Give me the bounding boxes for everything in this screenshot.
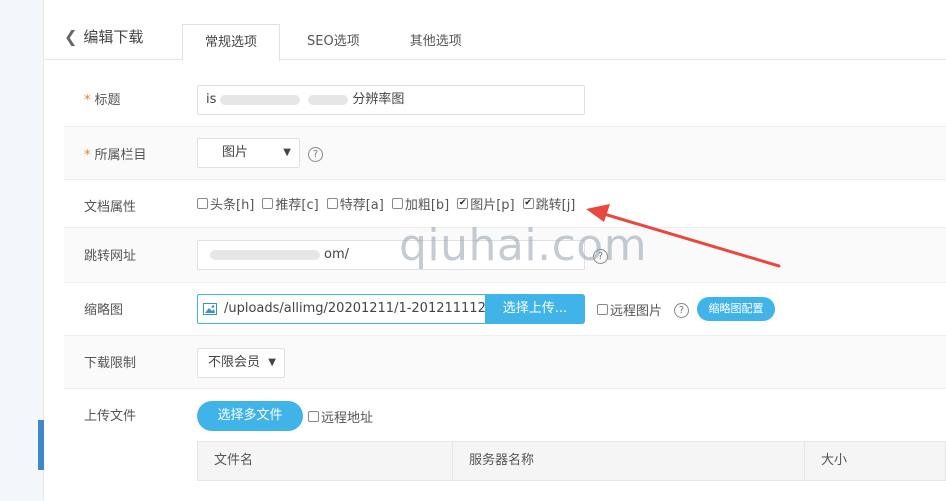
checkbox-special[interactable]: 特荐[a] bbox=[326, 194, 384, 213]
row-download-limit: 下载限制 不限会员 ▼ bbox=[64, 336, 946, 389]
tab-general[interactable]: 常规选项 bbox=[182, 24, 281, 61]
dropdown-arrow-icon: ▼ bbox=[268, 357, 276, 368]
thumbnail-path-input[interactable]: /uploads/allimg/20201211/1-201211112R bbox=[197, 294, 487, 324]
chevron-left-icon: ❮ bbox=[64, 27, 78, 46]
row-category: * 所属栏目 图片 ▼ ? bbox=[64, 127, 946, 180]
checkbox-headline[interactable]: 头条[h] bbox=[197, 194, 254, 213]
required-mark: * bbox=[84, 148, 91, 163]
remote-address-checkbox[interactable]: 远程地址 bbox=[308, 407, 373, 426]
thumbnail-config-button[interactable]: 缩略图配置 bbox=[697, 297, 775, 321]
tab-bar: 常规选项 SEO选项 其他选项 bbox=[182, 23, 489, 61]
upload-files-label: 上传文件 bbox=[84, 409, 137, 424]
image-icon bbox=[203, 303, 217, 315]
redacted-text bbox=[308, 94, 349, 105]
checkbox-bold[interactable]: 加粗[b] bbox=[391, 194, 449, 213]
checkbox-redirect[interactable]: ✔ 跳转[j] bbox=[522, 194, 575, 213]
help-icon[interactable]: ? bbox=[593, 249, 608, 264]
check-icon[interactable]: ✔ bbox=[457, 198, 469, 209]
download-limit-label: 下载限制 bbox=[84, 356, 137, 371]
help-icon[interactable]: ? bbox=[674, 303, 689, 318]
header: ❮ 编辑下载 常规选项 SEO选项 其他选项 bbox=[44, 0, 946, 61]
checkbox-picture[interactable]: ✔ 图片[p] bbox=[457, 194, 515, 213]
dropdown-arrow-icon: ▼ bbox=[283, 147, 291, 158]
category-select[interactable]: 图片 ▼ bbox=[197, 138, 300, 168]
checkbox-box[interactable] bbox=[262, 198, 274, 209]
row-attributes: 文档属性 头条[h] 推荐[c] 特荐[a] 加粗[b] ✔ 图片[p] ✔ 跳转[… bbox=[64, 180, 946, 228]
title-input[interactable]: is 分辨率图 bbox=[197, 85, 585, 115]
attribute-checkboxes: 头条[h] 推荐[c] 特荐[a] 加粗[b] ✔ 图片[p] ✔ 跳转[j] bbox=[197, 194, 575, 213]
redirect-url-label: 跳转网址 bbox=[84, 249, 137, 264]
checkbox-recommend[interactable]: 推荐[c] bbox=[262, 194, 319, 213]
checkbox-box[interactable] bbox=[391, 198, 403, 209]
column-server-name: 服务器名称 bbox=[453, 442, 805, 480]
select-files-button[interactable]: 选择多文件 bbox=[197, 401, 303, 431]
download-limit-select[interactable]: 不限会员 ▼ bbox=[197, 348, 285, 378]
file-table-header: 文件名 服务器名称 大小 bbox=[197, 441, 946, 481]
title-label: * 标题 bbox=[84, 93, 121, 108]
left-rail bbox=[0, 0, 44, 501]
checkbox-box[interactable] bbox=[597, 304, 608, 315]
page-title: 编辑下载 bbox=[83, 28, 144, 46]
upload-button[interactable]: 选择上传... bbox=[485, 294, 585, 324]
edit-panel: ❮ 编辑下载 常规选项 SEO选项 其他选项 * 标题 is 分辨率图 * 所属栏目 … bbox=[44, 0, 946, 501]
category-label: * 所属栏目 bbox=[84, 148, 147, 163]
row-thumbnail: 缩略图 /uploads/allimg/20201211/1-201211112… bbox=[64, 283, 946, 336]
row-title: * 标题 is 分辨率图 bbox=[64, 72, 946, 127]
checkbox-box[interactable] bbox=[326, 198, 338, 209]
required-mark: * bbox=[84, 93, 91, 108]
checkbox-box[interactable] bbox=[197, 198, 208, 209]
column-size: 大小 bbox=[821, 453, 848, 468]
tab-other[interactable]: 其他选项 bbox=[387, 23, 485, 60]
help-icon[interactable]: ? bbox=[308, 147, 323, 162]
checkbox-box[interactable] bbox=[308, 411, 319, 422]
tab-seo[interactable]: SEO选项 bbox=[284, 23, 383, 60]
remote-image-checkbox[interactable]: 远程图片 bbox=[597, 300, 662, 319]
redacted-text bbox=[220, 94, 301, 105]
redirect-url-input[interactable]: om/ bbox=[197, 240, 585, 270]
column-filename: 文件名 bbox=[198, 442, 453, 480]
attributes-label: 文档属性 bbox=[84, 200, 137, 215]
check-icon[interactable]: ✔ bbox=[522, 198, 534, 209]
thumbnail-label: 缩略图 bbox=[84, 303, 124, 318]
row-redirect-url: 跳转网址 om/ ? bbox=[64, 228, 946, 283]
back-button[interactable]: ❮ 编辑下载 bbox=[64, 26, 143, 47]
redacted-text bbox=[210, 249, 320, 260]
